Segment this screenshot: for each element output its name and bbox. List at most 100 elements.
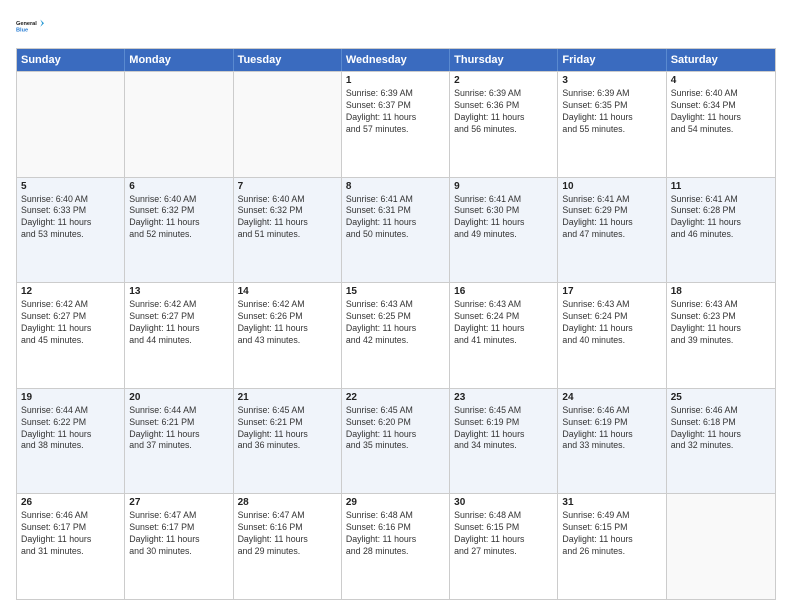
day-info: Sunrise: 6:43 AM Sunset: 6:24 PM Dayligh…: [562, 299, 661, 347]
day-info: Sunrise: 6:46 AM Sunset: 6:18 PM Dayligh…: [671, 405, 771, 453]
day-number: 11: [671, 181, 771, 192]
day-info: Sunrise: 6:45 AM Sunset: 6:19 PM Dayligh…: [454, 405, 553, 453]
calendar-body: 1Sunrise: 6:39 AM Sunset: 6:37 PM Daylig…: [17, 71, 775, 599]
day-number: 14: [238, 286, 337, 297]
day-cell-2: 2Sunrise: 6:39 AM Sunset: 6:36 PM Daylig…: [450, 72, 558, 177]
day-cell-28: 28 Sunrise: 6:47 AM Sunset: 6:16 PM Dayli…: [234, 494, 342, 599]
day-cell-11: 11 Sunrise: 6:41 AM Sunset: 6:28 PM Dayli…: [667, 178, 775, 283]
day-info: Sunrise: 6:43 AM Sunset: 6:24 PM Dayligh…: [454, 299, 553, 347]
day-cell-12: 12 Sunrise: 6:42 AM Sunset: 6:27 PM Dayli…: [17, 283, 125, 388]
day-cell-23: 23 Sunrise: 6:45 AM Sunset: 6:19 PM Dayli…: [450, 389, 558, 494]
day-number: 12: [21, 286, 120, 297]
day-number: 19: [21, 392, 120, 403]
day-number: 28: [238, 497, 337, 508]
day-info: Sunrise: 6:39 AM Sunset: 6:35 PM Dayligh…: [562, 88, 661, 136]
day-info: Sunrise: 6:42 AM Sunset: 6:26 PM Dayligh…: [238, 299, 337, 347]
day-cell-10: 10 Sunrise: 6:41 AM Sunset: 6:29 PM Dayli…: [558, 178, 666, 283]
day-number: 20: [129, 392, 228, 403]
day-info: Sunrise: 6:40 AM Sunset: 6:32 PM Dayligh…: [238, 194, 337, 242]
calendar-week-1: 1Sunrise: 6:39 AM Sunset: 6:37 PM Daylig…: [17, 71, 775, 177]
day-cell-17: 17 Sunrise: 6:43 AM Sunset: 6:24 PM Dayli…: [558, 283, 666, 388]
day-cell-3: 3Sunrise: 6:39 AM Sunset: 6:35 PM Daylig…: [558, 72, 666, 177]
empty-cell: [17, 72, 125, 177]
day-number: 22: [346, 392, 445, 403]
header-day-wednesday: Wednesday: [342, 49, 450, 71]
day-cell-20: 20 Sunrise: 6:44 AM Sunset: 6:21 PM Dayli…: [125, 389, 233, 494]
logo-icon: General Blue: [16, 12, 44, 40]
day-info: Sunrise: 6:45 AM Sunset: 6:21 PM Dayligh…: [238, 405, 337, 453]
day-number: 25: [671, 392, 771, 403]
day-number: 9: [454, 181, 553, 192]
day-number: 10: [562, 181, 661, 192]
day-cell-29: 29Sunrise: 6:48 AM Sunset: 6:16 PM Dayli…: [342, 494, 450, 599]
svg-text:Blue: Blue: [16, 28, 28, 34]
day-info: Sunrise: 6:44 AM Sunset: 6:22 PM Dayligh…: [21, 405, 120, 453]
day-cell-4: 4 Sunrise: 6:40 AM Sunset: 6:34 PM Daylig…: [667, 72, 775, 177]
day-info: Sunrise: 6:49 AM Sunset: 6:15 PM Dayligh…: [562, 510, 661, 558]
calendar-week-2: 5Sunrise: 6:40 AM Sunset: 6:33 PM Daylig…: [17, 177, 775, 283]
empty-cell: [667, 494, 775, 599]
logo: General Blue: [16, 12, 44, 40]
day-number: 31: [562, 497, 661, 508]
day-info: Sunrise: 6:44 AM Sunset: 6:21 PM Dayligh…: [129, 405, 228, 453]
calendar-week-3: 12 Sunrise: 6:42 AM Sunset: 6:27 PM Dayli…: [17, 282, 775, 388]
day-info: Sunrise: 6:39 AM Sunset: 6:37 PM Dayligh…: [346, 88, 445, 136]
day-cell-13: 13Sunrise: 6:42 AM Sunset: 6:27 PM Dayli…: [125, 283, 233, 388]
day-number: 4: [671, 75, 771, 86]
day-number: 13: [129, 286, 228, 297]
calendar: SundayMondayTuesdayWednesdayThursdayFrid…: [16, 48, 776, 600]
empty-cell: [234, 72, 342, 177]
day-cell-5: 5Sunrise: 6:40 AM Sunset: 6:33 PM Daylig…: [17, 178, 125, 283]
day-info: Sunrise: 6:43 AM Sunset: 6:25 PM Dayligh…: [346, 299, 445, 347]
day-cell-30: 30 Sunrise: 6:48 AM Sunset: 6:15 PM Dayli…: [450, 494, 558, 599]
day-cell-19: 19 Sunrise: 6:44 AM Sunset: 6:22 PM Dayli…: [17, 389, 125, 494]
day-number: 18: [671, 286, 771, 297]
calendar-header: SundayMondayTuesdayWednesdayThursdayFrid…: [17, 49, 775, 71]
day-number: 7: [238, 181, 337, 192]
day-info: Sunrise: 6:41 AM Sunset: 6:31 PM Dayligh…: [346, 194, 445, 242]
page: General Blue SundayMondayTuesdayWednesda…: [0, 0, 792, 612]
day-cell-8: 8 Sunrise: 6:41 AM Sunset: 6:31 PM Daylig…: [342, 178, 450, 283]
day-number: 15: [346, 286, 445, 297]
day-info: Sunrise: 6:46 AM Sunset: 6:19 PM Dayligh…: [562, 405, 661, 453]
day-cell-6: 6Sunrise: 6:40 AM Sunset: 6:32 PM Daylig…: [125, 178, 233, 283]
day-info: Sunrise: 6:41 AM Sunset: 6:29 PM Dayligh…: [562, 194, 661, 242]
svg-text:General: General: [16, 21, 37, 27]
day-number: 17: [562, 286, 661, 297]
empty-cell: [125, 72, 233, 177]
day-info: Sunrise: 6:48 AM Sunset: 6:15 PM Dayligh…: [454, 510, 553, 558]
header-day-friday: Friday: [558, 49, 666, 71]
day-cell-31: 31 Sunrise: 6:49 AM Sunset: 6:15 PM Dayli…: [558, 494, 666, 599]
day-info: Sunrise: 6:42 AM Sunset: 6:27 PM Dayligh…: [21, 299, 120, 347]
day-number: 23: [454, 392, 553, 403]
day-info: Sunrise: 6:45 AM Sunset: 6:20 PM Dayligh…: [346, 405, 445, 453]
day-info: Sunrise: 6:47 AM Sunset: 6:17 PM Dayligh…: [129, 510, 228, 558]
day-info: Sunrise: 6:47 AM Sunset: 6:16 PM Dayligh…: [238, 510, 337, 558]
day-cell-1: 1Sunrise: 6:39 AM Sunset: 6:37 PM Daylig…: [342, 72, 450, 177]
day-cell-26: 26Sunrise: 6:46 AM Sunset: 6:17 PM Dayli…: [17, 494, 125, 599]
day-info: Sunrise: 6:39 AM Sunset: 6:36 PM Dayligh…: [454, 88, 553, 136]
day-number: 30: [454, 497, 553, 508]
header-day-tuesday: Tuesday: [234, 49, 342, 71]
day-number: 8: [346, 181, 445, 192]
day-number: 21: [238, 392, 337, 403]
day-cell-22: 22 Sunrise: 6:45 AM Sunset: 6:20 PM Dayli…: [342, 389, 450, 494]
day-number: 16: [454, 286, 553, 297]
calendar-week-5: 26Sunrise: 6:46 AM Sunset: 6:17 PM Dayli…: [17, 493, 775, 599]
day-info: Sunrise: 6:40 AM Sunset: 6:34 PM Dayligh…: [671, 88, 771, 136]
header: General Blue: [16, 12, 776, 40]
day-cell-14: 14 Sunrise: 6:42 AM Sunset: 6:26 PM Dayli…: [234, 283, 342, 388]
header-day-monday: Monday: [125, 49, 233, 71]
day-cell-25: 25 Sunrise: 6:46 AM Sunset: 6:18 PM Dayli…: [667, 389, 775, 494]
day-cell-18: 18Sunrise: 6:43 AM Sunset: 6:23 PM Dayli…: [667, 283, 775, 388]
day-number: 24: [562, 392, 661, 403]
day-cell-9: 9 Sunrise: 6:41 AM Sunset: 6:30 PM Daylig…: [450, 178, 558, 283]
day-number: 26: [21, 497, 120, 508]
header-day-thursday: Thursday: [450, 49, 558, 71]
day-cell-21: 21 Sunrise: 6:45 AM Sunset: 6:21 PM Dayli…: [234, 389, 342, 494]
day-number: 5: [21, 181, 120, 192]
day-info: Sunrise: 6:41 AM Sunset: 6:28 PM Dayligh…: [671, 194, 771, 242]
day-cell-15: 15 Sunrise: 6:43 AM Sunset: 6:25 PM Dayli…: [342, 283, 450, 388]
day-info: Sunrise: 6:40 AM Sunset: 6:32 PM Dayligh…: [129, 194, 228, 242]
day-info: Sunrise: 6:41 AM Sunset: 6:30 PM Dayligh…: [454, 194, 553, 242]
